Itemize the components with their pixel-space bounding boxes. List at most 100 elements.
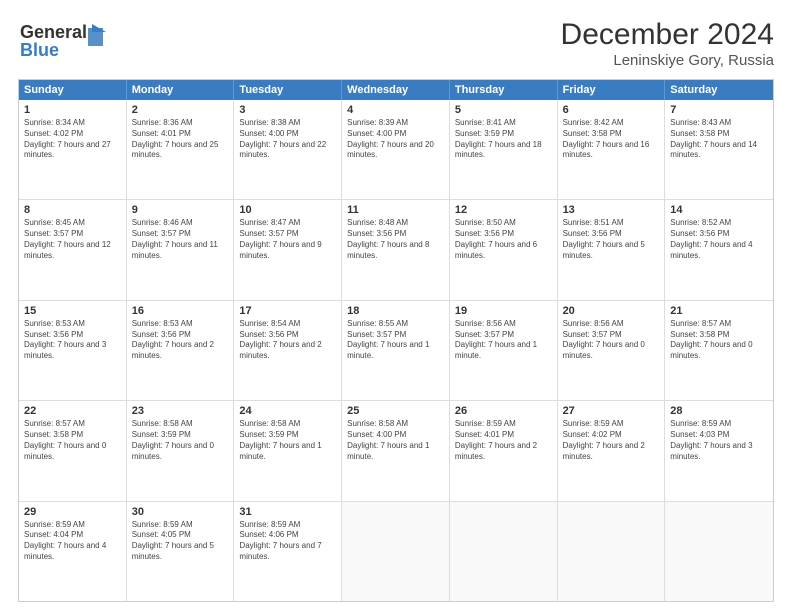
calendar-cell-3-0: 22 Sunrise: 8:57 AMSunset: 3:58 PMDayligh…: [19, 401, 127, 500]
day-info: Sunrise: 8:54 AMSunset: 3:56 PMDaylight:…: [239, 319, 336, 362]
day-number: 28: [670, 405, 768, 417]
day-info: Sunrise: 8:55 AMSunset: 3:57 PMDaylight:…: [347, 319, 444, 362]
calendar-cell-1-6: 14 Sunrise: 8:52 AMSunset: 3:56 PMDayligh…: [665, 200, 773, 299]
day-info: Sunrise: 8:59 AMSunset: 4:06 PMDaylight:…: [239, 520, 336, 563]
calendar-cell-2-1: 16Sunrise: 8:53 AMSunset: 3:56 PMDayligh…: [127, 301, 235, 400]
day-number: 16: [132, 305, 229, 317]
location-title: Leninskiye Gory, Russia: [561, 52, 774, 69]
calendar-cell-3-4: 26 Sunrise: 8:59 AMSunset: 4:01 PMDayligh…: [450, 401, 558, 500]
day-info: Sunrise: 8:52 AMSunset: 3:56 PMDaylight:…: [670, 218, 768, 261]
calendar-cell-4-4: [450, 502, 558, 601]
calendar-cell-1-2: 10 Sunrise: 8:47 AMSunset: 3:57 PMDayligh…: [234, 200, 342, 299]
day-info: Sunrise: 8:59 AMSunset: 4:01 PMDaylight:…: [455, 419, 552, 462]
day-info: Sunrise: 8:58 AMSunset: 4:00 PMDaylight:…: [347, 419, 444, 462]
calendar-cell-4-1: 30Sunrise: 8:59 AMSunset: 4:05 PMDayligh…: [127, 502, 235, 601]
calendar-cell-4-0: 29 Sunrise: 8:59 AMSunset: 4:04 PMDayligh…: [19, 502, 127, 601]
day-number: 12: [455, 204, 552, 216]
day-number: 6: [563, 104, 660, 116]
day-number: 23: [132, 405, 229, 417]
day-info: Sunrise: 8:46 AMSunset: 3:57 PMDaylight:…: [132, 218, 229, 261]
day-number: 15: [24, 305, 121, 317]
day-info: Sunrise: 8:39 AMSunset: 4:00 PMDaylight:…: [347, 118, 444, 161]
day-number: 27: [563, 405, 660, 417]
calendar-week-3: 22 Sunrise: 8:57 AMSunset: 3:58 PMDayligh…: [19, 401, 773, 501]
calendar-cell-0-0: 1Sunrise: 8:34 AMSunset: 4:02 PMDaylight…: [19, 100, 127, 199]
calendar-cell-2-3: 18Sunrise: 8:55 AMSunset: 3:57 PMDayligh…: [342, 301, 450, 400]
calendar-cell-0-5: 6 Sunrise: 8:42 AMSunset: 3:58 PMDaylight…: [558, 100, 666, 199]
logo: General Blue: [18, 18, 108, 62]
day-number: 5: [455, 104, 552, 116]
calendar-cell-4-2: 31 Sunrise: 8:59 AMSunset: 4:06 PMDayligh…: [234, 502, 342, 601]
day-info: Sunrise: 8:58 AMSunset: 3:59 PMDaylight:…: [132, 419, 229, 462]
day-info: Sunrise: 8:59 AMSunset: 4:02 PMDaylight:…: [563, 419, 660, 462]
day-info: Sunrise: 8:48 AMSunset: 3:56 PMDaylight:…: [347, 218, 444, 261]
calendar-cell-1-5: 13 Sunrise: 8:51 AMSunset: 3:56 PMDayligh…: [558, 200, 666, 299]
calendar-cell-0-4: 5 Sunrise: 8:41 AMSunset: 3:59 PMDaylight…: [450, 100, 558, 199]
calendar-cell-1-0: 8 Sunrise: 8:45 AMSunset: 3:57 PMDaylight…: [19, 200, 127, 299]
day-number: 8: [24, 204, 121, 216]
calendar-cell-2-0: 15 Sunrise: 8:53 AMSunset: 3:56 PMDayligh…: [19, 301, 127, 400]
calendar-cell-4-6: [665, 502, 773, 601]
calendar-cell-3-6: 28 Sunrise: 8:59 AMSunset: 4:03 PMDayligh…: [665, 401, 773, 500]
calendar-cell-3-2: 24Sunrise: 8:58 AMSunset: 3:59 PMDayligh…: [234, 401, 342, 500]
day-info: Sunrise: 8:56 AMSunset: 3:57 PMDaylight:…: [563, 319, 660, 362]
day-info: Sunrise: 8:57 AMSunset: 3:58 PMDaylight:…: [670, 319, 768, 362]
day-info: Sunrise: 8:45 AMSunset: 3:57 PMDaylight:…: [24, 218, 121, 261]
day-info: Sunrise: 8:43 AMSunset: 3:58 PMDaylight:…: [670, 118, 768, 161]
day-info: Sunrise: 8:41 AMSunset: 3:59 PMDaylight:…: [455, 118, 552, 161]
calendar-header: Sunday Monday Tuesday Wednesday Thursday…: [19, 80, 773, 100]
calendar-cell-0-3: 4 Sunrise: 8:39 AMSunset: 4:00 PMDaylight…: [342, 100, 450, 199]
day-info: Sunrise: 8:42 AMSunset: 3:58 PMDaylight:…: [563, 118, 660, 161]
day-info: Sunrise: 8:57 AMSunset: 3:58 PMDaylight:…: [24, 419, 121, 462]
day-number: 26: [455, 405, 552, 417]
day-number: 19: [455, 305, 552, 317]
calendar-week-0: 1Sunrise: 8:34 AMSunset: 4:02 PMDaylight…: [19, 100, 773, 200]
calendar-week-1: 8 Sunrise: 8:45 AMSunset: 3:57 PMDaylight…: [19, 200, 773, 300]
day-number: 2: [132, 104, 229, 116]
day-number: 31: [239, 506, 336, 518]
day-number: 13: [563, 204, 660, 216]
day-number: 22: [24, 405, 121, 417]
day-number: 3: [239, 104, 336, 116]
calendar-cell-0-1: 2 Sunrise: 8:36 AMSunset: 4:01 PMDaylight…: [127, 100, 235, 199]
calendar: Sunday Monday Tuesday Wednesday Thursday…: [18, 79, 774, 602]
calendar-cell-1-1: 9 Sunrise: 8:46 AMSunset: 3:57 PMDaylight…: [127, 200, 235, 299]
calendar-cell-3-3: 25Sunrise: 8:58 AMSunset: 4:00 PMDayligh…: [342, 401, 450, 500]
calendar-cell-2-2: 17Sunrise: 8:54 AMSunset: 3:56 PMDayligh…: [234, 301, 342, 400]
day-number: 4: [347, 104, 444, 116]
day-number: 11: [347, 204, 444, 216]
calendar-cell-2-6: 21Sunrise: 8:57 AMSunset: 3:58 PMDayligh…: [665, 301, 773, 400]
header-sunday: Sunday: [19, 80, 127, 100]
calendar-week-2: 15 Sunrise: 8:53 AMSunset: 3:56 PMDayligh…: [19, 301, 773, 401]
calendar-cell-3-1: 23 Sunrise: 8:58 AMSunset: 3:59 PMDayligh…: [127, 401, 235, 500]
day-info: Sunrise: 8:53 AMSunset: 3:56 PMDaylight:…: [24, 319, 121, 362]
calendar-cell-0-6: 7Sunrise: 8:43 AMSunset: 3:58 PMDaylight…: [665, 100, 773, 199]
calendar-cell-1-4: 12 Sunrise: 8:50 AMSunset: 3:56 PMDayligh…: [450, 200, 558, 299]
title-block: December 2024 Leninskiye Gory, Russia: [561, 18, 774, 69]
svg-text:General: General: [20, 22, 87, 42]
day-number: 14: [670, 204, 768, 216]
day-number: 9: [132, 204, 229, 216]
day-info: Sunrise: 8:59 AMSunset: 4:03 PMDaylight:…: [670, 419, 768, 462]
day-info: Sunrise: 8:58 AMSunset: 3:59 PMDaylight:…: [239, 419, 336, 462]
logo-icon: General Blue: [18, 18, 108, 62]
day-info: Sunrise: 8:59 AMSunset: 4:05 PMDaylight:…: [132, 520, 229, 563]
day-info: Sunrise: 8:36 AMSunset: 4:01 PMDaylight:…: [132, 118, 229, 161]
svg-text:Blue: Blue: [20, 40, 59, 60]
day-info: Sunrise: 8:59 AMSunset: 4:04 PMDaylight:…: [24, 520, 121, 563]
day-info: Sunrise: 8:38 AMSunset: 4:00 PMDaylight:…: [239, 118, 336, 161]
day-info: Sunrise: 8:50 AMSunset: 3:56 PMDaylight:…: [455, 218, 552, 261]
day-number: 20: [563, 305, 660, 317]
header-tuesday: Tuesday: [234, 80, 342, 100]
day-info: Sunrise: 8:51 AMSunset: 3:56 PMDaylight:…: [563, 218, 660, 261]
day-number: 10: [239, 204, 336, 216]
calendar-cell-3-5: 27 Sunrise: 8:59 AMSunset: 4:02 PMDayligh…: [558, 401, 666, 500]
day-number: 29: [24, 506, 121, 518]
day-info: Sunrise: 8:47 AMSunset: 3:57 PMDaylight:…: [239, 218, 336, 261]
header-thursday: Thursday: [450, 80, 558, 100]
calendar-cell-4-5: [558, 502, 666, 601]
header-wednesday: Wednesday: [342, 80, 450, 100]
month-title: December 2024: [561, 18, 774, 52]
day-info: Sunrise: 8:56 AMSunset: 3:57 PMDaylight:…: [455, 319, 552, 362]
header-saturday: Saturday: [665, 80, 773, 100]
